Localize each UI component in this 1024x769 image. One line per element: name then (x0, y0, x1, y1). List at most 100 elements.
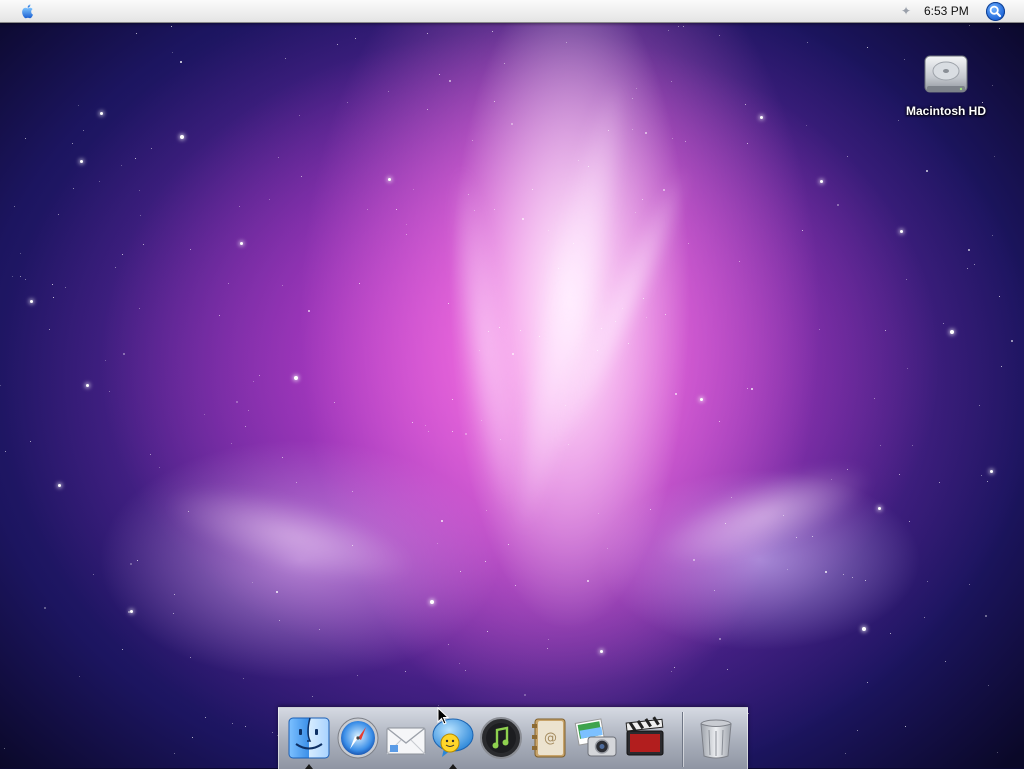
star (512, 352, 515, 355)
star (667, 29, 669, 31)
star (405, 224, 407, 226)
star (5, 451, 7, 453)
desktop-icon-label: Macintosh HD (905, 104, 986, 118)
dock-item-imovie[interactable] (622, 715, 668, 761)
star (100, 112, 103, 115)
star (845, 752, 847, 754)
star (627, 343, 629, 345)
dock-item-trash[interactable] (693, 715, 739, 761)
finder-icon (288, 717, 330, 759)
menu-bar: ✦ 6:53 PM (0, 0, 1024, 23)
star (447, 644, 449, 646)
star (607, 547, 609, 549)
star (48, 329, 50, 331)
dock: @ (278, 707, 748, 769)
star (998, 27, 1000, 29)
star (486, 509, 488, 511)
star (907, 368, 909, 370)
star (404, 671, 406, 673)
star (172, 51, 174, 53)
star (405, 234, 407, 236)
star (682, 26, 684, 28)
star (318, 628, 320, 630)
star (547, 638, 549, 640)
star (451, 430, 453, 432)
star (747, 388, 749, 390)
trash-can-icon (700, 719, 732, 759)
star (92, 573, 94, 575)
star (751, 388, 754, 391)
star (51, 284, 53, 286)
dock-item-safari[interactable] (335, 715, 381, 761)
star (19, 275, 21, 277)
star (449, 79, 452, 82)
star (357, 675, 359, 677)
star (227, 283, 229, 285)
star (140, 215, 142, 217)
star (281, 284, 283, 286)
star (760, 116, 763, 119)
dock-item-itunes[interactable] (478, 715, 524, 761)
star (298, 115, 300, 117)
star (670, 80, 672, 82)
star (448, 303, 450, 305)
star (109, 391, 111, 393)
itunes-music-note-icon (480, 717, 522, 759)
star (825, 571, 828, 574)
star (251, 582, 253, 584)
running-indicator (449, 764, 457, 769)
star (13, 205, 15, 207)
star (465, 433, 468, 436)
star (846, 156, 848, 157)
menu-clock[interactable]: 6:53 PM (924, 4, 969, 18)
star (204, 414, 206, 416)
star (19, 253, 21, 255)
star (898, 473, 900, 475)
star (122, 253, 124, 255)
star (645, 132, 648, 135)
star (44, 606, 47, 609)
star (718, 34, 720, 36)
star (867, 681, 869, 683)
star (631, 129, 633, 131)
star (80, 160, 83, 163)
spotlight-search-icon[interactable] (986, 2, 1005, 21)
star (187, 510, 189, 512)
star (277, 157, 279, 159)
star (795, 536, 797, 538)
hard-drive-icon (924, 55, 968, 93)
star (173, 613, 175, 615)
desktop-icon-macintosh-hd[interactable]: Macintosh HD (900, 48, 992, 120)
star (355, 37, 357, 39)
star (29, 441, 31, 443)
star (727, 669, 729, 671)
star (235, 400, 238, 403)
star (739, 260, 741, 262)
star (748, 713, 750, 715)
dock-item-finder[interactable] (286, 715, 332, 769)
dock-item-iphoto[interactable] (574, 715, 620, 761)
mouse-cursor-icon (437, 707, 449, 725)
star (1011, 340, 1014, 343)
star (974, 264, 976, 266)
star (567, 443, 569, 445)
star (240, 242, 243, 245)
star (787, 568, 789, 570)
star (346, 101, 348, 103)
star (307, 309, 310, 312)
star (269, 199, 271, 201)
star (437, 542, 439, 544)
star (857, 729, 859, 731)
star (631, 97, 633, 99)
star (700, 398, 703, 401)
star (515, 585, 517, 587)
dock-item-mail[interactable] (383, 715, 429, 761)
star (675, 393, 678, 396)
star (487, 330, 489, 332)
star (358, 283, 360, 285)
dock-item-address-book[interactable]: @ (526, 715, 572, 761)
star (219, 315, 221, 317)
star (136, 559, 138, 561)
apple-menu-icon[interactable] (19, 2, 37, 20)
star (426, 32, 428, 34)
